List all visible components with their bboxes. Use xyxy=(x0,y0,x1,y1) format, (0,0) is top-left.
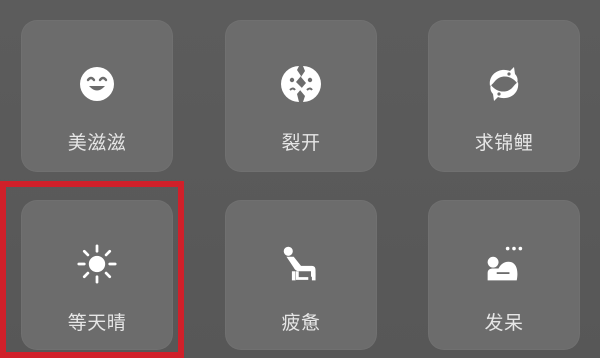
tired-person-icon xyxy=(281,244,321,284)
koi-fish-icon xyxy=(484,64,524,104)
mood-label: 疲惫 xyxy=(281,312,321,334)
mood-label: 等天晴 xyxy=(67,312,127,334)
mood-tile-cracked[interactable]: 裂开 xyxy=(225,20,377,172)
mood-tile-waiting-sun[interactable]: 等天晴 xyxy=(21,200,173,350)
mood-tile-daydream[interactable]: 发呆 xyxy=(428,200,580,350)
mood-tile-koi[interactable]: 求锦鲤 xyxy=(428,20,580,172)
smile-icon xyxy=(77,64,117,104)
mood-label: 美滋滋 xyxy=(67,132,127,154)
mood-label: 裂开 xyxy=(281,132,321,154)
mood-label: 发呆 xyxy=(484,312,524,334)
mood-tile-happy[interactable]: 美滋滋 xyxy=(21,20,173,172)
mood-tile-tired[interactable]: 疲惫 xyxy=(225,200,377,350)
mood-label: 求锦鲤 xyxy=(474,132,534,154)
cracked-face-icon xyxy=(281,64,321,104)
daydream-person-icon xyxy=(484,244,524,284)
status-mood-grid: 美滋滋 裂开 求锦鲤 等天晴 疲惫 发呆 xyxy=(0,0,600,358)
sun-icon xyxy=(77,244,117,284)
